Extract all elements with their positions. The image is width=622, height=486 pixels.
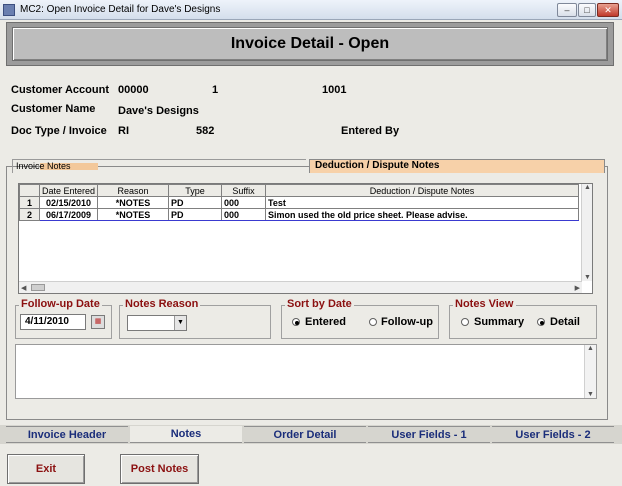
customer-account-num2: 1	[212, 84, 219, 96]
row-number: 1	[19, 196, 40, 209]
doc-type-value: RI	[118, 125, 129, 137]
app-icon	[3, 4, 15, 16]
tab-deduction-dispute-notes[interactable]: Deduction / Dispute Notes	[309, 159, 605, 173]
sort-followup-label[interactable]: Follow-up	[381, 316, 433, 328]
column-header-reason[interactable]: Reason	[97, 184, 169, 197]
cell-note[interactable]: Test	[265, 196, 579, 209]
tab-user-fields-1[interactable]: User Fields - 1	[368, 426, 490, 443]
scroll-left-icon[interactable]: ◀	[21, 284, 26, 292]
tab-user-fields-2[interactable]: User Fields - 2	[492, 426, 614, 443]
cell-suffix[interactable]: 000	[221, 196, 266, 209]
view-detail-label[interactable]: Detail	[550, 316, 580, 328]
scroll-down-icon[interactable]: ▼	[587, 391, 594, 398]
scroll-up-icon[interactable]: ▲	[584, 184, 591, 191]
view-summary-radio[interactable]	[461, 318, 469, 326]
note-text-scrollbar[interactable]: ▲ ▼	[584, 345, 596, 398]
cell-note[interactable]: Simon used the old price sheet. Please a…	[265, 208, 579, 221]
notes-table: Date Entered Reason Type Suffix Deductio…	[19, 184, 579, 221]
row-number-header	[19, 184, 40, 197]
notes-reason-select[interactable]: ▼	[127, 315, 187, 331]
notes-view-title: Notes View	[453, 298, 516, 310]
tab-invoice-header[interactable]: Invoice Header	[6, 426, 128, 443]
customer-account-num3: 1001	[322, 84, 347, 96]
entered-by-label: Entered By	[341, 125, 400, 137]
window-titlebar[interactable]: MC2: Open Invoice Detail for Dave's Desi…	[0, 0, 622, 20]
close-button[interactable]: ✕	[597, 3, 619, 17]
table-row[interactable]: 2 06/17/2009 *NOTES PD 000 Simon used th…	[19, 208, 579, 221]
post-notes-button[interactable]: Post Notes	[120, 454, 199, 484]
calendar-icon[interactable]: ▦	[91, 315, 105, 329]
followup-date-input[interactable]: 4/11/2010	[20, 314, 86, 330]
doc-type-label: Doc Type / Invoice	[11, 125, 107, 137]
cell-type[interactable]: PD	[168, 208, 222, 221]
maximize-button[interactable]: □	[578, 3, 596, 17]
tab-invoice-notes-label: Invoice Notes	[16, 161, 71, 171]
table-header-row: Date Entered Reason Type Suffix Deductio…	[19, 184, 579, 197]
customer-account-value: 00000	[118, 84, 149, 96]
customer-name-value: Dave's Designs	[118, 105, 199, 117]
cell-reason[interactable]: *NOTES	[97, 196, 169, 209]
note-text-area[interactable]: ▲ ▼	[15, 344, 597, 399]
grid-vertical-scrollbar[interactable]: ▲ ▼	[581, 184, 592, 281]
column-header-suffix[interactable]: Suffix	[221, 184, 266, 197]
grid-horizontal-scrollbar[interactable]: ◀ ▶	[19, 281, 582, 293]
scroll-up-icon[interactable]: ▲	[587, 345, 594, 352]
notes-grid[interactable]: Date Entered Reason Type Suffix Deductio…	[18, 183, 593, 294]
cell-type[interactable]: PD	[168, 196, 222, 209]
sort-by-date-title: Sort by Date	[285, 298, 354, 310]
tab-order-detail[interactable]: Order Detail	[244, 426, 366, 443]
customer-account-label: Customer Account	[11, 84, 109, 96]
view-detail-radio[interactable]	[537, 318, 545, 326]
invoice-number: 582	[196, 125, 215, 137]
horizontal-scroll-thumb[interactable]	[31, 284, 45, 291]
column-header-type[interactable]: Type	[168, 184, 222, 197]
exit-button[interactable]: Exit	[7, 454, 85, 484]
cell-date[interactable]: 06/17/2009	[39, 208, 98, 221]
followup-date-title: Follow-up Date	[19, 298, 102, 310]
column-header-date-entered[interactable]: Date Entered	[39, 184, 98, 197]
view-summary-label[interactable]: Summary	[474, 316, 524, 328]
cell-reason[interactable]: *NOTES	[97, 208, 169, 221]
chevron-down-icon[interactable]: ▼	[174, 316, 186, 330]
sort-entered-label[interactable]: Entered	[305, 316, 346, 328]
scroll-right-icon[interactable]: ▶	[575, 284, 580, 292]
customer-name-label: Customer Name	[11, 103, 96, 115]
window-title: MC2: Open Invoice Detail for Dave's Desi…	[20, 4, 221, 15]
table-row[interactable]: 1 02/15/2010 *NOTES PD 000 Test	[19, 196, 579, 209]
minimize-button[interactable]: –	[557, 3, 577, 17]
sort-followup-radio[interactable]	[369, 318, 377, 326]
notes-reason-title: Notes Reason	[123, 298, 201, 310]
cell-suffix[interactable]: 000	[221, 208, 266, 221]
cell-date[interactable]: 02/15/2010	[39, 196, 98, 209]
page-title: Invoice Detail - Open	[12, 27, 608, 61]
column-header-notes[interactable]: Deduction / Dispute Notes	[265, 184, 579, 197]
sort-entered-radio[interactable]	[292, 318, 300, 326]
row-number: 2	[19, 208, 40, 221]
tab-notes[interactable]: Notes	[130, 426, 242, 443]
scroll-down-icon[interactable]: ▼	[584, 274, 591, 281]
